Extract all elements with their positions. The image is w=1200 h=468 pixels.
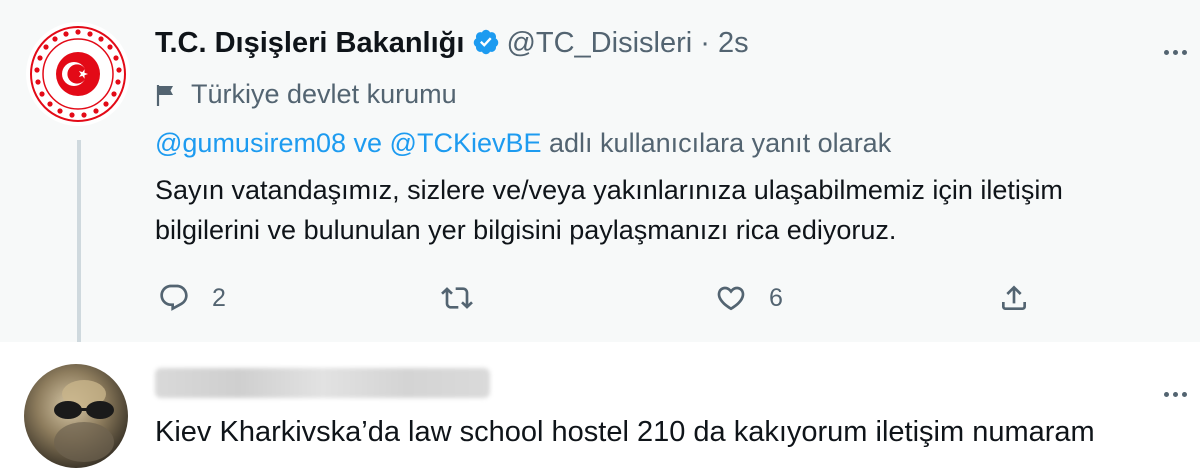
flag-icon xyxy=(155,82,177,114)
more-icon[interactable] xyxy=(1164,384,1194,397)
tweet-header: T.C. Dışişleri Bakanlığı @TC_Disisleri · … xyxy=(155,26,749,64)
share-button[interactable] xyxy=(998,280,1052,316)
like-button[interactable]: 6 xyxy=(715,280,783,316)
retweet-button[interactable] xyxy=(440,280,496,316)
avatar-ministry-seal[interactable] xyxy=(26,22,130,126)
replying-to-suffix: adlı kullanıcılara yanıt olarak xyxy=(549,128,892,158)
display-name[interactable]: T.C. Dışişleri Bakanlığı xyxy=(155,27,464,59)
reply-count: 2 xyxy=(212,283,226,312)
connector-text: ve xyxy=(353,128,383,158)
ministry-seal-icon xyxy=(28,24,128,124)
timestamp[interactable]: 2s xyxy=(718,27,749,59)
retweet-icon xyxy=(441,287,473,309)
user-photo-icon xyxy=(54,380,114,462)
mention-link[interactable]: @gumusirem08 xyxy=(155,128,346,158)
avatar-user[interactable] xyxy=(24,364,128,468)
like-icon xyxy=(717,286,745,311)
reply-button[interactable]: 2 xyxy=(158,280,226,316)
mention-link[interactable]: @TCKievBE xyxy=(390,128,542,158)
blurred-user-name xyxy=(155,368,490,398)
more-icon[interactable] xyxy=(1164,42,1194,55)
separator-dot: · xyxy=(700,27,710,59)
tweet-text: Sayın vatandaşımız, sizlere ve/veya yakı… xyxy=(155,175,1063,245)
handle[interactable]: @TC_Disisleri xyxy=(506,27,692,59)
account-label-text: Türkiye devlet kurumu xyxy=(191,79,457,109)
share-icon xyxy=(1002,285,1026,310)
thread-line xyxy=(77,140,81,342)
reply-tweet-text: Kiev Kharkivska’da law school hostel 210… xyxy=(155,416,1095,448)
account-label: Türkiye devlet kurumu xyxy=(155,78,457,114)
reply-icon xyxy=(160,284,188,311)
like-count: 6 xyxy=(769,283,783,312)
replying-to: @gumusirem08 ve @TCKievBE adlı kullanıcı… xyxy=(155,126,891,160)
verified-badge-icon xyxy=(472,28,500,64)
main-tweet[interactable]: T.C. Dışişleri Bakanlığı @TC_Disisleri · … xyxy=(0,0,1200,342)
